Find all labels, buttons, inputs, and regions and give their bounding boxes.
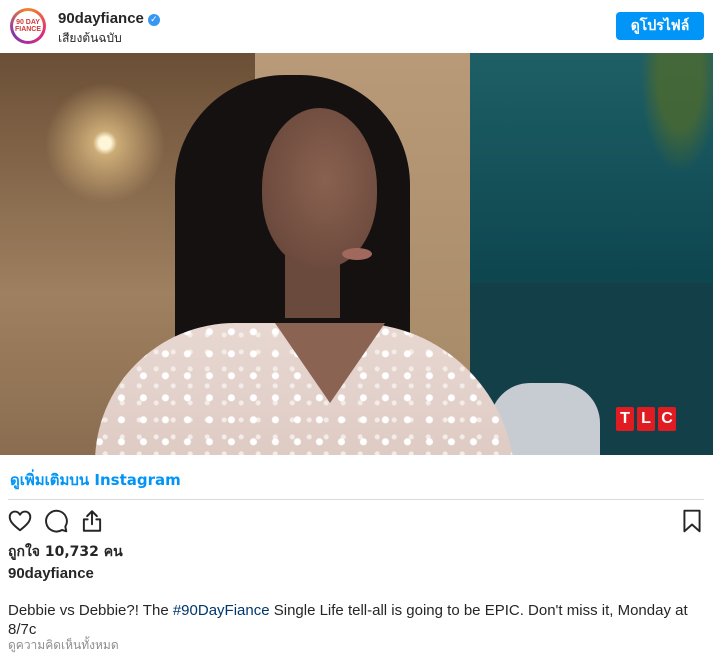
- comment-icon: [45, 509, 68, 533]
- caption-text-before: Debbie vs Debbie?! The: [8, 602, 173, 619]
- avatar-logo: 90 DAY FIANCE: [13, 11, 43, 41]
- post-video[interactable]: T L C: [0, 53, 713, 455]
- share-icon: [82, 510, 102, 532]
- heart-icon: [8, 510, 32, 532]
- tlc-letter: L: [637, 407, 655, 431]
- verified-badge-icon: ✓: [147, 14, 160, 26]
- view-all-comments-link[interactable]: ดูความคิดเห็นทั้งหมด: [8, 636, 119, 655]
- like-count: ถูกใจ 10,732 คน: [8, 544, 123, 560]
- share-button[interactable]: [79, 508, 105, 534]
- save-button[interactable]: [679, 508, 705, 534]
- like-button[interactable]: [7, 508, 33, 534]
- tlc-letter: T: [616, 407, 634, 431]
- tlc-logo: T L C: [616, 407, 676, 431]
- username-row: 90dayfiance ✓: [58, 10, 160, 27]
- caption-text: Debbie vs Debbie?! The #90DayFiance Sing…: [8, 601, 698, 639]
- hashtag-link[interactable]: #90DayFiance: [173, 602, 270, 619]
- avatar[interactable]: 90 DAY FIANCE: [10, 8, 46, 44]
- see-more-on-instagram-link[interactable]: ดูเพิ่มเติมบน Instagram: [10, 468, 181, 492]
- bookmark-icon: [683, 509, 701, 533]
- comment-button[interactable]: [43, 508, 69, 534]
- post-header: 90 DAY FIANCE 90dayfiance ✓ เสียงต้นฉบับ …: [0, 0, 713, 53]
- plant: [640, 53, 713, 173]
- divider: [8, 499, 704, 500]
- caption-username[interactable]: 90dayfiance: [8, 565, 94, 582]
- lips: [342, 248, 372, 260]
- face: [262, 108, 377, 268]
- tlc-letter: C: [658, 407, 676, 431]
- username-link[interactable]: 90dayfiance: [58, 10, 144, 27]
- audio-label[interactable]: เสียงต้นฉบับ: [58, 29, 122, 48]
- view-profile-button[interactable]: ดูโปรไฟล์: [616, 12, 704, 40]
